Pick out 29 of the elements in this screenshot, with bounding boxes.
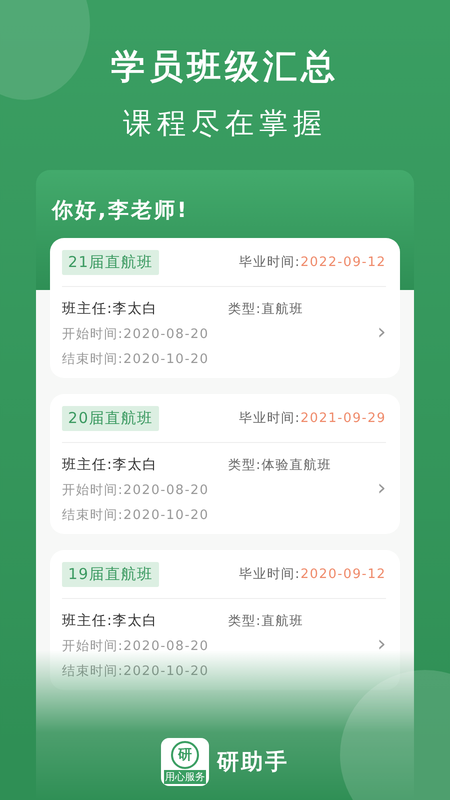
start-time: 开始时间:2020-08-20 [62, 326, 210, 342]
class-type: 类型:体验直航班 [228, 456, 332, 474]
chevron-icon: › [377, 476, 386, 501]
class-name-tag: 20届直航班 [62, 406, 160, 430]
class-name-tag: 21届直航班 [62, 250, 160, 274]
graduation-time: 毕业时间:2022-09-12 [239, 254, 386, 271]
graduation-time: 毕业时间:2020-09-12 [239, 566, 386, 583]
graduation-time: 毕业时间:2021-09-29 [239, 410, 386, 427]
end-time: 结束时间:2020-10-20 [62, 506, 210, 524]
start-time: 开始时间:2020-08-20 [62, 482, 210, 498]
end-time: 结束时间:2020-10-20 [62, 350, 210, 368]
logo-tagline: 用心服务 [164, 770, 206, 784]
chevron-icon: › [377, 632, 386, 657]
start-time: 开始时间:2020-08-20 [62, 638, 210, 654]
class-card[interactable]: 21届直航班 毕业时间:2022-09-12 班主任:李太白 类型:直航班 开始时间:2020-08-20 结束时间:2020-10-20 › [50, 238, 400, 378]
head-teacher: 班主任:李太白 [62, 612, 159, 630]
class-name-tag: 19届直航班 [62, 562, 160, 586]
class-type: 类型:直航班 [228, 612, 304, 630]
head-teacher: 班主任:李太白 [62, 456, 159, 474]
page-subtitle: 课程尽在掌握 [123, 105, 327, 142]
head-teacher: 班主任:李太白 [62, 300, 159, 318]
class-card[interactable]: 19届直航班 毕业时间:2020-09-12 班主任:李太白 类型:直航班 开始时间:2020-08-20 结束时间:2020-10-20 › [50, 550, 400, 690]
chevron-icon: › [377, 320, 386, 345]
end-time: 结束时间:2020-10-20 [62, 662, 210, 680]
class-type: 类型:直航班 [228, 300, 304, 318]
greeting: 你好,李老师! [50, 197, 190, 224]
brand-name: 研助手 [217, 749, 289, 777]
page-title: 学员班级汇总 [111, 46, 339, 89]
class-card[interactable]: 20届直航班 毕业时间:2021-09-29 班主任:李太白 类型:体验直航班 开始时间:2020-08-20 结束时间:2020-10-20 › [50, 394, 400, 534]
